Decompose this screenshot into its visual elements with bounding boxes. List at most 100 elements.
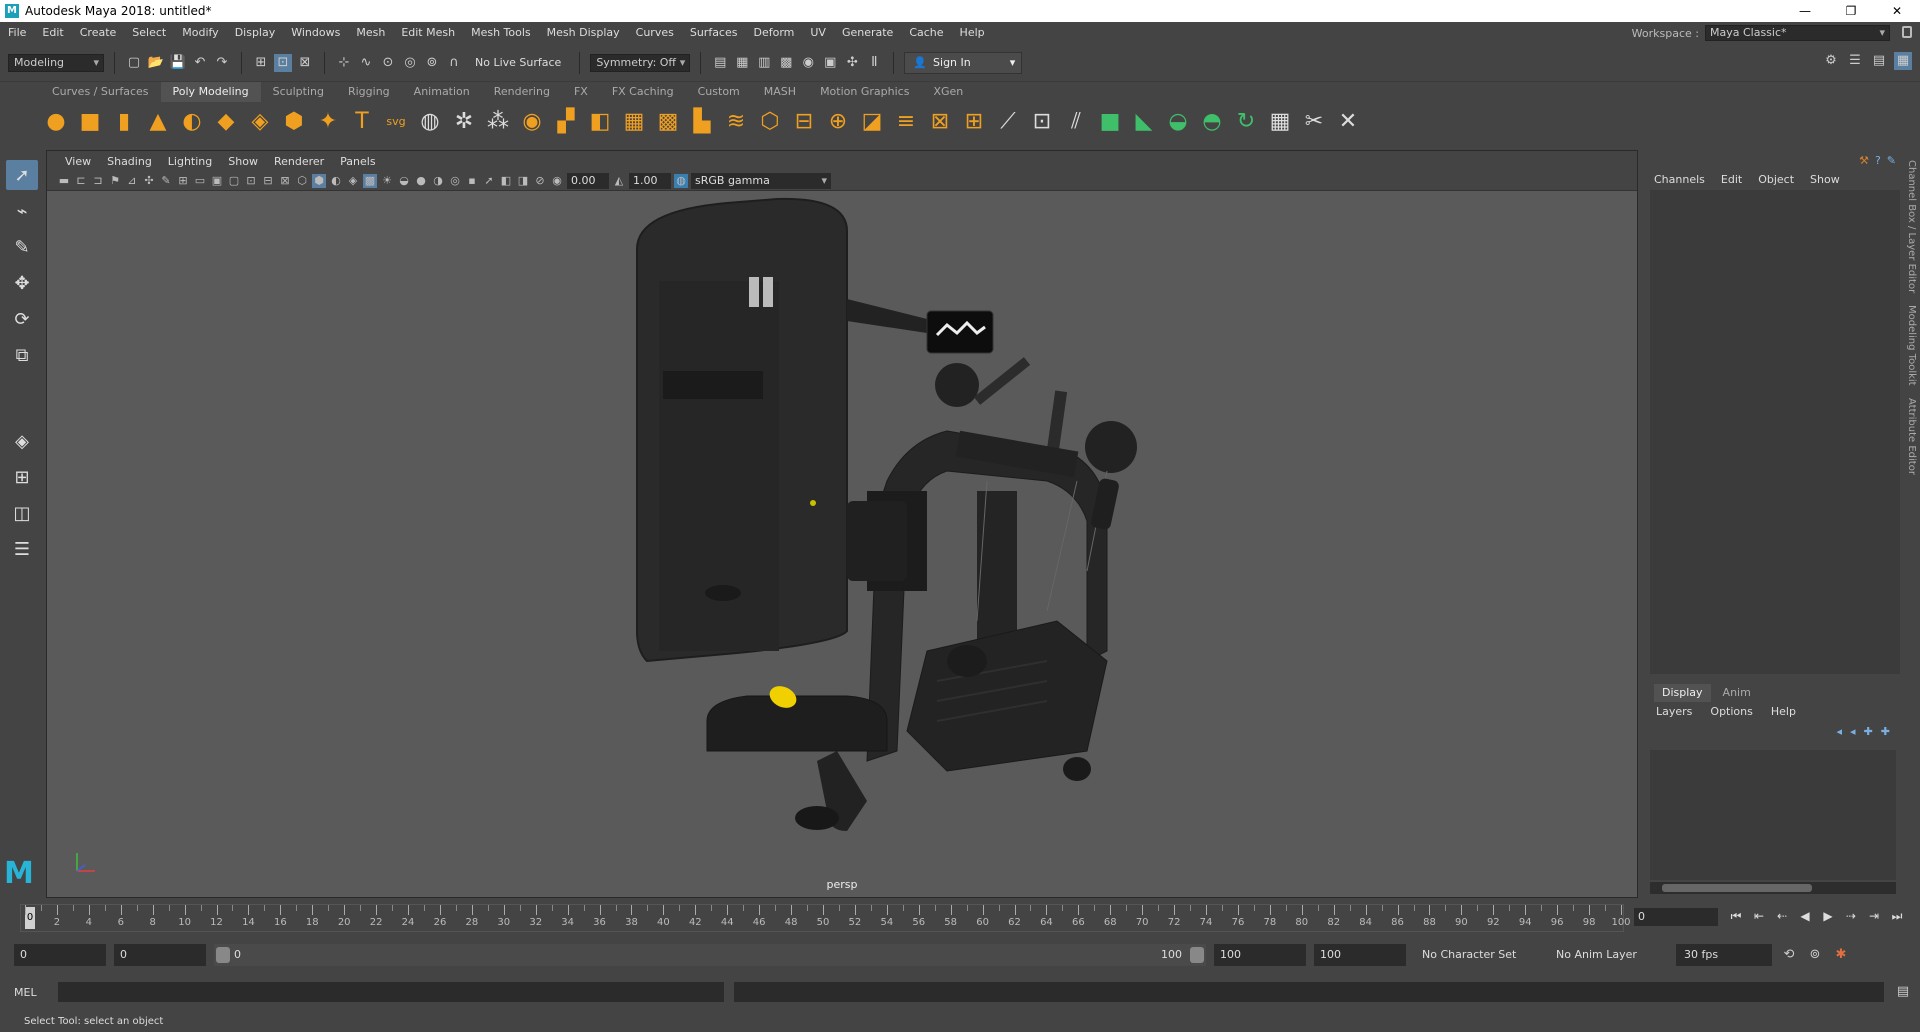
channel-box-toggle-icon[interactable]: ▦ [1894, 52, 1912, 70]
menu-mesh-tools[interactable]: Mesh Tools [463, 22, 539, 44]
shadows-icon[interactable]: ◒ [397, 174, 411, 188]
playback-end-field[interactable]: 100 [1214, 944, 1306, 966]
shelf-tab-xgen[interactable]: XGen [921, 82, 975, 102]
open-scene-icon[interactable]: 📂 [147, 54, 165, 72]
poke-icon[interactable]: ⊞ [960, 107, 988, 135]
menu-generate[interactable]: Generate [834, 22, 901, 44]
resolution-gate-icon[interactable]: ▣ [210, 174, 224, 188]
step-back-frame-icon[interactable]: ⇠ [1774, 908, 1790, 924]
script-editor-icon[interactable]: ▤ [1894, 983, 1912, 1001]
side-tab-channel-box[interactable]: Channel Box / Layer Editor [1906, 154, 1917, 299]
panel-menu-lighting[interactable]: Lighting [160, 155, 220, 168]
cylindrical-uv-icon[interactable]: ◒ [1164, 107, 1192, 135]
move-layer-down-icon[interactable]: ◂ [1850, 725, 1856, 738]
isolate-select-icon[interactable]: ➚ [482, 174, 496, 188]
play-forwards-icon[interactable]: ▶ [1820, 908, 1836, 924]
xray-joints-icon[interactable]: ◨ [516, 174, 530, 188]
target-weld-icon[interactable]: ⊡ [1028, 107, 1056, 135]
menu-file[interactable]: File [0, 22, 34, 44]
minimize-button[interactable]: — [1782, 0, 1828, 22]
auto-key-icon[interactable]: ⊚ [1806, 946, 1824, 964]
snap-view-plane-icon[interactable]: ◎ [401, 54, 419, 72]
multi-cut-icon[interactable]: ⟋ [994, 107, 1022, 135]
wedge-icon[interactable]: ⊠ [926, 107, 954, 135]
channel-box-menu-show[interactable]: Show [1810, 173, 1840, 186]
shelf-tab-curves-surfaces[interactable]: Curves / Surfaces [40, 82, 161, 102]
move-tool-icon[interactable]: ✥ [6, 268, 38, 298]
render-frame-icon[interactable]: ▦ [733, 54, 751, 72]
grid-icon[interactable]: ⊞ [176, 174, 190, 188]
redo-icon[interactable]: ↷ [213, 54, 231, 72]
super-shape-icon[interactable]: ✦ [314, 107, 342, 135]
poly-cube-icon[interactable]: ■ [76, 107, 104, 135]
current-time-marker[interactable]: 0 [25, 907, 35, 929]
menu-mesh-display[interactable]: Mesh Display [539, 22, 628, 44]
menu-cache[interactable]: Cache [901, 22, 951, 44]
append-icon[interactable]: ≡ [892, 107, 920, 135]
command-language-label[interactable]: MEL [14, 986, 48, 999]
undo-icon[interactable]: ↶ [191, 54, 209, 72]
smooth-icon[interactable]: ✲ [450, 107, 478, 135]
go-to-start-icon[interactable]: ⏮ [1728, 908, 1744, 924]
select-tool-icon[interactable]: ➚ [6, 160, 38, 190]
two-pane-layout-icon[interactable]: ◫ [6, 498, 38, 528]
layer-tab-anim[interactable]: Anim [1715, 684, 1759, 702]
menu-curves[interactable]: Curves [628, 22, 682, 44]
snap-grid-icon[interactable]: ⊹ [335, 54, 353, 72]
menu-surfaces[interactable]: Surfaces [682, 22, 746, 44]
scrollbar-thumb[interactable] [1662, 884, 1812, 892]
safe-title-icon[interactable]: ⊠ [278, 174, 292, 188]
tool-settings-toggle-icon[interactable]: ▤ [1870, 52, 1888, 70]
bridge-icon[interactable]: ⊟ [790, 107, 818, 135]
menu-help[interactable]: Help [952, 22, 993, 44]
step-forward-frame-icon[interactable]: ⇢ [1843, 908, 1859, 924]
color-management-icon[interactable]: ◍ [674, 173, 688, 188]
wireframe-icon[interactable]: ⬡ [295, 174, 309, 188]
use-all-lights-icon[interactable]: ☀ [380, 174, 394, 188]
symmetry-dropdown[interactable]: Symmetry: Off [590, 53, 691, 72]
menu-edit-mesh[interactable]: Edit Mesh [393, 22, 463, 44]
panel-menu-view[interactable]: View [57, 155, 99, 168]
new-scene-icon[interactable]: ▢ [125, 54, 143, 72]
poly-disc-icon[interactable]: ◈ [246, 107, 274, 135]
fps-dropdown[interactable]: 30 fps [1676, 944, 1772, 966]
menu-windows[interactable]: Windows [283, 22, 348, 44]
gamma-field[interactable]: 1.00 [629, 172, 671, 189]
help-icon[interactable]: ? [1875, 154, 1881, 168]
combine-icon[interactable]: ◉ [518, 107, 546, 135]
layer-scrollbar[interactable] [1650, 882, 1896, 894]
menu-create[interactable]: Create [72, 22, 125, 44]
uv-editor-icon[interactable]: ▦ [1266, 107, 1294, 135]
motion-blur-icon[interactable]: ◑ [431, 174, 445, 188]
range-end-handle[interactable] [1190, 947, 1204, 963]
restore-button[interactable]: ❐ [1828, 0, 1874, 22]
menu-uv[interactable]: UV [802, 22, 834, 44]
bookmark-icon[interactable]: ⚑ [108, 174, 122, 188]
anim-layer-dropdown[interactable]: No Anim Layer [1548, 944, 1668, 966]
shelf-tab-fx-caching[interactable]: FX Caching [600, 82, 686, 102]
depth-of-field-icon[interactable]: ▪ [465, 174, 479, 188]
channel-box-menu-edit[interactable]: Edit [1721, 173, 1742, 186]
lock-icon[interactable] [1902, 26, 1912, 38]
mirror-icon[interactable]: ⁂ [484, 107, 512, 135]
hypershade-icon[interactable]: ◉ [799, 54, 817, 72]
snap-point-icon[interactable]: ⊙ [379, 54, 397, 72]
automatic-uv-icon[interactable]: ■ [1096, 107, 1124, 135]
ipr-render-icon[interactable]: ▥ [755, 54, 773, 72]
animation-start-field[interactable]: 0 [14, 944, 106, 966]
fill-hole-icon[interactable]: ▙ [688, 107, 716, 135]
close-button[interactable]: ✕ [1874, 0, 1920, 22]
textured-icon[interactable]: ▩ [363, 173, 377, 188]
grease-pencil-icon[interactable]: ✎ [159, 174, 173, 188]
pause-viewport-icon[interactable]: Ⅱ [865, 54, 883, 72]
save-scene-icon[interactable]: 💾 [169, 54, 187, 72]
extrude-icon[interactable]: ◪ [858, 107, 886, 135]
xray-components-icon[interactable]: ⊘ [533, 174, 547, 188]
lock-camera-icon[interactable]: ⊏ [74, 174, 88, 188]
shelf-tab-mash[interactable]: MASH [752, 82, 808, 102]
screen-space-ao-icon[interactable]: ● [414, 174, 428, 188]
attribute-editor-toggle-icon[interactable]: ☰ [1846, 52, 1864, 70]
rotate-tool-icon[interactable]: ⟳ [6, 304, 38, 334]
layer-menu-options[interactable]: Options [1710, 705, 1752, 718]
spherical-uv-icon[interactable]: ◓ [1198, 107, 1226, 135]
